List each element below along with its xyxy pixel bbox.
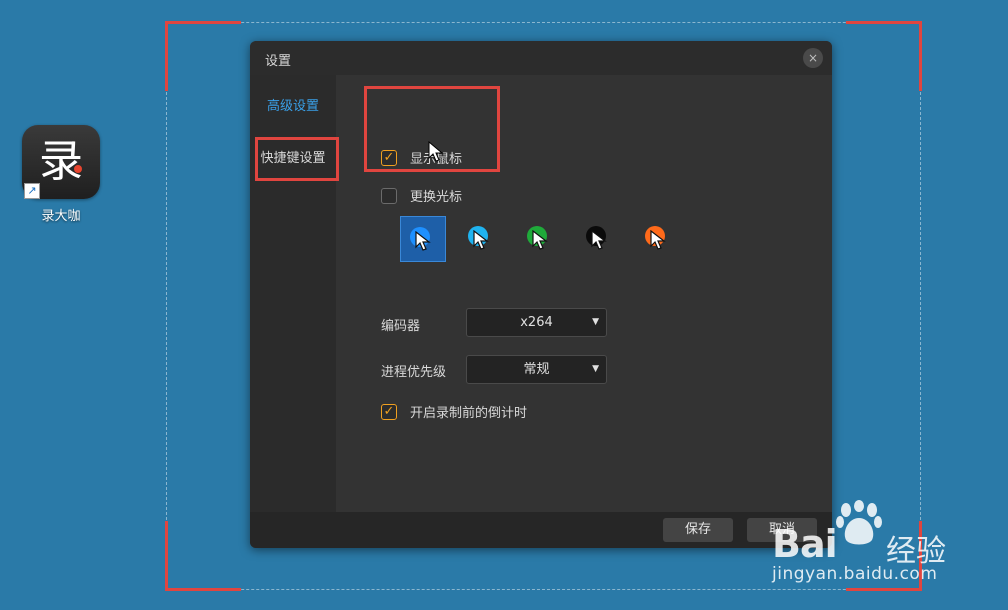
settings-dialog: 设置 × 高级设置 快捷键设置 ✓ 显示鼠标 更换光标 (250, 41, 832, 548)
watermark-url: jingyan.baidu.com (772, 564, 938, 584)
desktop-shortcut-label: 录大咖 (41, 209, 81, 224)
app-icon: 录 ↗ (22, 125, 100, 199)
sidebar-item-advanced[interactable]: 高级设置 (250, 95, 336, 114)
app-icon-glyph: 录 (39, 136, 83, 187)
countdown-label: 开启录制前的倒计时 (410, 406, 528, 421)
countdown-row[interactable]: ✓ 开启录制前的倒计时 (381, 402, 527, 421)
encoder-select[interactable]: x264 ▼ (466, 308, 607, 337)
chevron-down-icon: ▼ (592, 364, 599, 374)
mouse-pointer-icon (428, 141, 444, 162)
dialog-title-bar[interactable]: 设置 × (250, 41, 832, 75)
encoder-label: 编码器 (381, 319, 421, 334)
arrow-icon (591, 230, 607, 250)
arrow-icon (650, 230, 666, 250)
arrow-icon (473, 230, 489, 250)
app-icon-dot (74, 165, 82, 173)
shortcut-arrow-icon: ↗ (24, 183, 40, 199)
dialog-footer: 保存 取消 (250, 512, 832, 548)
priority-value: 常规 (523, 362, 550, 377)
cursor-style-orange[interactable] (636, 216, 682, 262)
close-icon[interactable]: × (803, 48, 823, 68)
frame-corner-top-right[interactable] (846, 21, 922, 91)
countdown-checkbox[interactable]: ✓ (381, 403, 397, 420)
priority-label: 进程优先级 (381, 365, 447, 380)
cursor-style-cyan[interactable] (459, 216, 505, 262)
highlight-box-hotkeys-tab (255, 137, 339, 181)
change-cursor-row[interactable]: 更换光标 (381, 186, 462, 205)
frame-corner-top-left[interactable] (165, 21, 241, 91)
watermark-brand-left: Bai (772, 522, 838, 566)
save-button[interactable]: 保存 (663, 518, 733, 542)
cursor-style-blue[interactable] (400, 216, 446, 262)
frame-corner-bottom-left[interactable] (165, 521, 241, 591)
arrow-icon (532, 230, 548, 250)
arrow-icon (415, 231, 431, 251)
cursor-style-black[interactable] (577, 216, 623, 262)
priority-select[interactable]: 常规 ▼ (466, 355, 607, 384)
change-cursor-label: 更换光标 (410, 190, 463, 205)
desktop-shortcut[interactable]: 录 ↗ 录大咖 (20, 125, 102, 224)
dialog-title: 设置 (265, 54, 292, 69)
baidu-watermark: Bai 经验 jingyan.baidu.com (770, 500, 990, 590)
change-cursor-checkbox[interactable] (381, 187, 397, 204)
chevron-down-icon: ▼ (592, 317, 599, 327)
paw-logo-icon (836, 500, 882, 545)
cursor-style-green[interactable] (518, 216, 564, 262)
encoder-value: x264 (520, 315, 553, 330)
